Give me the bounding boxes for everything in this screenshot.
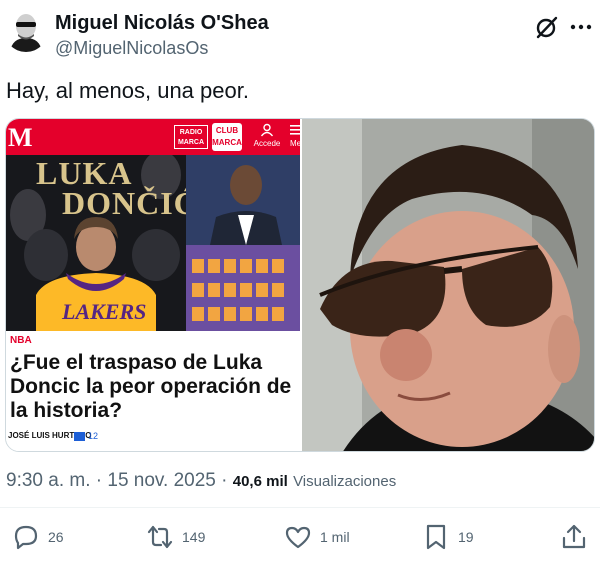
bookmark-icon xyxy=(426,524,446,550)
repost-button[interactable]: 149 xyxy=(146,521,205,553)
author-name[interactable]: Miguel Nicolás O'Shea xyxy=(55,12,269,35)
share-icon xyxy=(562,524,586,549)
jersey-text: LAKERS xyxy=(62,299,147,324)
club-badge-top: CLUB xyxy=(215,126,239,135)
promo-title-2: DONČIĆ xyxy=(62,185,186,221)
comments-icon xyxy=(74,432,85,441)
menu-area: Me xyxy=(290,123,300,153)
user-label: Accede xyxy=(253,139,281,148)
like-button[interactable]: 1 mil xyxy=(284,521,350,553)
avatar[interactable] xyxy=(4,8,48,52)
repost-count: 149 xyxy=(182,529,206,545)
tweet-media[interactable]: M RADIO MARCA CLUB MARCA Accede M LUKA D… xyxy=(5,118,595,452)
bookmark-button[interactable]: 19 xyxy=(422,521,474,553)
club-marca-badge: CLUB MARCA xyxy=(212,123,242,151)
radio-badge-top: RADIO xyxy=(179,129,203,136)
section-label: NBA xyxy=(10,335,32,346)
marca-screenshot[interactable]: M RADIO MARCA CLUB MARCA Accede M LUKA D… xyxy=(6,119,300,451)
comments-count: 12 xyxy=(88,431,99,441)
luka-promo-image: LUKA DONČIĆ LAKERS xyxy=(6,155,186,331)
user-icon xyxy=(260,123,274,137)
tweet-header: Miguel Nicolás O'Shea @MiguelNicolasOs xyxy=(0,0,600,68)
menu-label: Me xyxy=(290,139,300,148)
tweet-meta: 9:30 a. m. · 15 nov. 2025 · 40,6 mil Vis… xyxy=(6,470,396,492)
meta-separator-1: · xyxy=(95,470,103,491)
reply-icon xyxy=(14,525,38,550)
tweet-date[interactable]: 15 nov. 2025 xyxy=(107,470,215,491)
article-headline: ¿Fue el traspaso de Luka Doncic la peor … xyxy=(10,351,292,422)
tweet-actions: 26 149 1 mil 19 xyxy=(0,517,600,557)
bookmark-count: 19 xyxy=(458,529,474,545)
arena-photo xyxy=(186,155,300,331)
marca-header-bar: M RADIO MARCA CLUB MARCA Accede M xyxy=(6,119,300,155)
divider xyxy=(0,507,600,508)
tweet-time[interactable]: 9:30 a. m. xyxy=(6,470,91,491)
reply-button[interactable]: 26 xyxy=(12,521,64,553)
tweet-text: Hay, al menos, una peor. xyxy=(6,78,249,103)
club-badge-bottom: MARCA xyxy=(212,138,242,147)
more-icon[interactable] xyxy=(568,14,594,40)
like-icon xyxy=(285,526,311,549)
meta-separator-2: · xyxy=(221,470,228,491)
repost-icon xyxy=(147,525,173,549)
like-count: 1 mil xyxy=(320,529,350,545)
views-count: 40,6 mil xyxy=(232,473,288,490)
radio-badge-bottom: MARCA xyxy=(177,139,205,146)
user-login: Accede xyxy=(250,123,284,153)
marca-logo: M xyxy=(8,123,33,152)
radio-marca-badge: RADIO MARCA xyxy=(174,125,208,149)
views-label: Visualizaciones xyxy=(293,473,397,490)
share-button[interactable] xyxy=(560,521,588,553)
reply-count: 26 xyxy=(48,529,64,545)
author-handle[interactable]: @MiguelNicolasOs xyxy=(55,38,208,59)
portrait-photo[interactable] xyxy=(302,119,594,451)
grok-icon[interactable] xyxy=(534,14,560,40)
menu-icon xyxy=(290,125,300,135)
